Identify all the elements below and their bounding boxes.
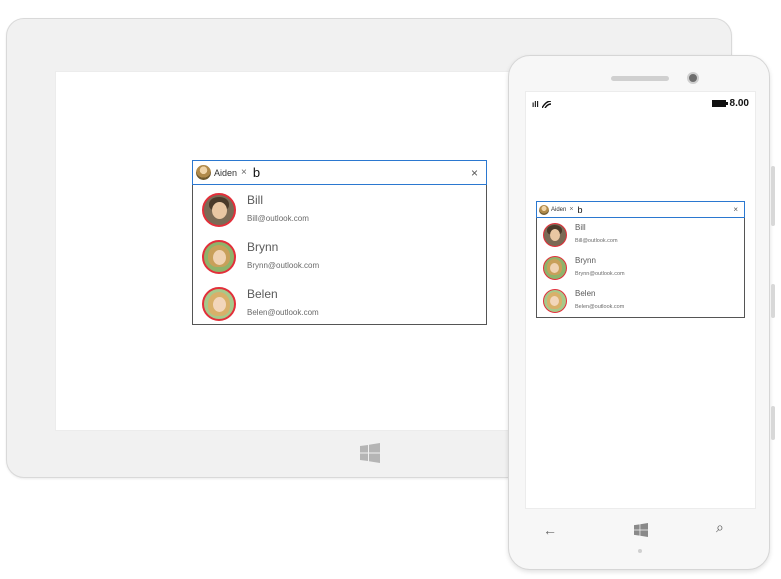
brynn-avatar-icon: [543, 256, 567, 280]
suggestion-list: Bill Bill@outlook.com Brynn Brynn@outloo…: [536, 218, 745, 318]
suggestion-item-belen[interactable]: Belen Belen@outlook.com: [193, 279, 486, 326]
token-label: Aiden: [214, 167, 238, 178]
aiden-avatar-icon: [196, 165, 211, 180]
suggestion-email: Bill@outlook.com: [247, 214, 309, 223]
aiden-avatar-icon: [539, 204, 549, 215]
suggestion-name: Brynn: [575, 256, 596, 265]
power-button: [771, 284, 775, 318]
suggestion-item-brynn[interactable]: Brynn Brynn@outlook.com: [193, 232, 486, 279]
camera-button: [771, 406, 775, 440]
selected-token[interactable]: Aiden ×: [196, 165, 247, 180]
suggestion-email: Bill@outlook.com: [575, 238, 618, 244]
signal-icon: ıll: [532, 100, 551, 109]
phone-device: ıll 8.00 Aiden × b × Bill Bill@outlook.c…: [508, 55, 775, 570]
windows-logo-icon[interactable]: [360, 443, 380, 463]
suggestion-name: Bill: [247, 193, 264, 207]
suggestion-name: Brynn: [247, 240, 279, 254]
bill-avatar-icon: [202, 193, 236, 227]
suggestion-name: Belen: [575, 289, 596, 298]
tablet-screen: Aiden × b × Bill Bill@outlook.com Brynn …: [55, 71, 575, 431]
clear-icon[interactable]: ×: [471, 166, 478, 180]
suggestion-email: Brynn@outlook.com: [575, 271, 625, 277]
windows-logo-icon[interactable]: [634, 523, 648, 537]
suggestion-list: Bill Bill@outlook.com Brynn Brynn@outloo…: [192, 185, 487, 325]
phone-nav-bar: ← ⌕: [509, 514, 771, 554]
token-remove-icon[interactable]: ×: [569, 206, 573, 213]
suggestion-item-bill[interactable]: Bill Bill@outlook.com: [193, 185, 486, 232]
typed-text[interactable]: b: [253, 165, 260, 180]
suggestion-item-bill[interactable]: Bill Bill@outlook.com: [537, 218, 744, 251]
search-icon[interactable]: ⌕: [716, 519, 724, 536]
autocomplete-input[interactable]: Aiden × b ×: [192, 160, 487, 185]
phone-speaker: [611, 76, 669, 81]
status-time: 8.00: [729, 98, 749, 109]
selected-token[interactable]: Aiden ×: [539, 204, 573, 215]
suggestion-item-brynn[interactable]: Brynn Brynn@outlook.com: [537, 251, 744, 284]
suggestion-email: Brynn@outlook.com: [247, 261, 320, 270]
home-indicator: [638, 549, 642, 553]
token-remove-icon[interactable]: ×: [241, 167, 247, 178]
back-arrow-icon[interactable]: ←: [543, 522, 557, 538]
status-battery: 8.00: [711, 98, 749, 109]
volume-button: [771, 166, 775, 226]
suggestion-email: Belen@outlook.com: [575, 304, 625, 310]
clear-icon[interactable]: ×: [733, 205, 738, 214]
bill-avatar-icon: [543, 223, 567, 247]
belen-avatar-icon: [202, 287, 236, 321]
battery-icon: [711, 100, 728, 107]
suggestion-item-belen[interactable]: Belen Belen@outlook.com: [537, 284, 744, 317]
phone-screen: ıll 8.00 Aiden × b × Bill Bill@outlook.c…: [525, 91, 756, 509]
autocomplete-input[interactable]: Aiden × b ×: [536, 201, 745, 218]
suggestion-email: Belen@outlook.com: [247, 308, 319, 317]
suggestion-name: Bill: [575, 223, 586, 232]
brynn-avatar-icon: [202, 240, 236, 274]
belen-avatar-icon: [543, 289, 567, 313]
front-camera: [687, 72, 699, 84]
typed-text[interactable]: b: [577, 205, 582, 215]
suggestion-name: Belen: [247, 287, 278, 301]
token-label: Aiden: [551, 206, 567, 213]
